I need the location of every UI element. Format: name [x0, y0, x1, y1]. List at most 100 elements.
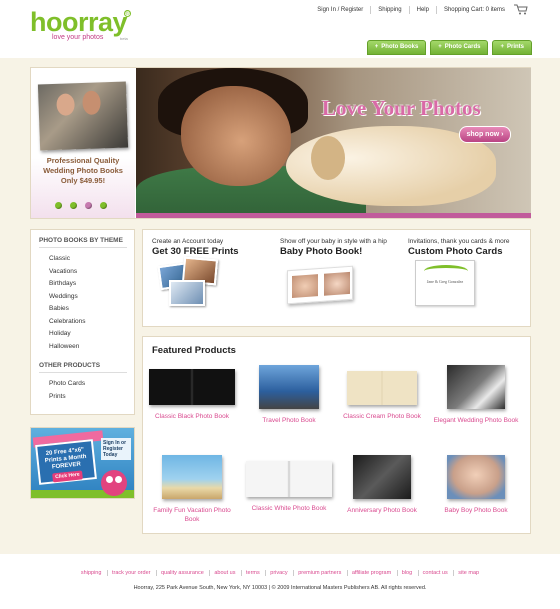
product-card[interactable]: Elegant Wedding Photo Book: [431, 365, 521, 425]
sidebar-item-classic[interactable]: Classic: [49, 253, 134, 266]
product-image: [259, 365, 319, 409]
footer-link-privacy[interactable]: privacy: [265, 570, 292, 576]
cart-icon[interactable]: [514, 4, 528, 15]
tab-prints[interactable]: + Prints: [492, 40, 532, 55]
top-nav: Sign In / Register Shipping Help Shoppin…: [310, 6, 512, 14]
shop-now-button[interactable]: shop now ›: [459, 126, 511, 143]
featured-products: Featured Products Classic Black Photo Bo…: [142, 336, 531, 534]
tab-photo-cards[interactable]: + Photo Cards: [430, 40, 489, 55]
copyright: Hoorray, 225 Park Avenue South, New York…: [133, 585, 427, 591]
slide-dot[interactable]: [70, 202, 77, 209]
hero-face: [181, 86, 291, 186]
footer-link-about[interactable]: about us: [209, 570, 240, 576]
plus-icon: +: [500, 44, 504, 50]
hero-image[interactable]: Love Your Photos shop now ›: [136, 68, 531, 218]
product-name[interactable]: Anniversary Photo Book: [337, 506, 427, 515]
sidebar-item-photo-cards[interactable]: Photo Cards: [49, 378, 134, 391]
trademark-icon: ®: [124, 10, 131, 17]
promo-title: Baby Photo Book!: [280, 246, 363, 257]
product-image: [149, 369, 235, 405]
slide-dot[interactable]: [55, 202, 62, 209]
free-prints-ad[interactable]: 20 Free 4"x6" Prints a Month FOREVER Cli…: [30, 427, 135, 499]
product-image: [447, 455, 505, 499]
photo-card: Jane & Greg Gonzalez: [415, 260, 475, 306]
print-photo: [169, 280, 205, 306]
hero-promo-text: Professional Quality Wedding Photo Books…: [33, 156, 133, 186]
logo[interactable]: hoorray ® love your photos beta: [30, 8, 131, 41]
beta-badge: beta: [120, 36, 128, 41]
sidebar-item-babies[interactable]: Babies: [49, 303, 134, 316]
product-image: [347, 371, 417, 405]
shipping-link[interactable]: Shipping: [370, 6, 408, 14]
product-name[interactable]: Travel Photo Book: [244, 416, 334, 425]
sidebar-heading-other: OTHER PRODUCTS: [39, 362, 127, 373]
sidebar: PHOTO BOOKS BY THEME Classic Vacations B…: [30, 229, 135, 415]
sidebar-item-vacations[interactable]: Vacations: [49, 266, 134, 279]
sidebar-item-celebrations[interactable]: Celebrations: [49, 316, 134, 329]
product-name[interactable]: Classic Cream Photo Book: [337, 412, 427, 421]
help-link[interactable]: Help: [408, 6, 436, 14]
ad-click-button[interactable]: Click Here: [51, 470, 84, 483]
product-card[interactable]: Baby Boy Photo Book: [431, 455, 521, 515]
footer-link-shipping[interactable]: shipping: [77, 570, 106, 576]
slide-dots: [55, 202, 107, 209]
slide-dot[interactable]: [100, 202, 107, 209]
vine-decoration: [424, 265, 468, 277]
product-card[interactable]: Travel Photo Book: [244, 365, 334, 425]
sign-in-link[interactable]: Sign In / Register: [310, 6, 370, 14]
product-name[interactable]: Classic Black Photo Book: [147, 412, 237, 421]
hero-title: Love Your Photos: [322, 96, 481, 120]
promo-photo-cards[interactable]: Invitations, thank you cards & more Cust…: [408, 238, 533, 257]
bird-mascot-icon: [101, 470, 127, 496]
product-name[interactable]: Baby Boy Photo Book: [431, 506, 521, 515]
footer-links: shipping track your order quality assura…: [0, 570, 560, 576]
product-image: [353, 455, 411, 499]
promo-line: Wedding Photo Books: [43, 166, 123, 175]
slide-dot-active[interactable]: [85, 202, 92, 209]
product-card[interactable]: Classic Cream Photo Book: [337, 371, 427, 421]
tab-label: Photo Books: [381, 44, 419, 50]
product-name[interactable]: Elegant Wedding Photo Book: [431, 416, 521, 425]
footer-link-blog[interactable]: blog: [396, 570, 417, 576]
footer-link-affiliate[interactable]: affiliate program: [346, 570, 396, 576]
footer-link-sitemap[interactable]: site map: [453, 570, 484, 576]
footer: shipping track your order quality assura…: [0, 554, 560, 609]
promo-free-prints[interactable]: Create an Account today Get 30 FREE Prin…: [152, 238, 277, 257]
tab-photo-books[interactable]: + Photo Books: [366, 40, 427, 55]
shopping-cart-link[interactable]: Shopping Cart: 0 items: [435, 6, 512, 14]
hero-promo-panel[interactable]: Professional Quality Wedding Photo Books…: [31, 68, 135, 218]
prints-image[interactable]: [155, 256, 225, 306]
footer-link-quality[interactable]: quality assurance: [156, 570, 208, 576]
product-card[interactable]: Anniversary Photo Book: [337, 455, 427, 515]
ad-signin-text[interactable]: Sign In or Register Today: [101, 438, 131, 460]
footer-link-contact[interactable]: contact us: [417, 570, 452, 576]
promo-line: Professional Quality: [46, 156, 120, 165]
product-name[interactable]: Family Fun Vacation Photo Book: [147, 506, 237, 524]
promo-title: Get 30 FREE Prints: [152, 246, 239, 257]
plus-icon: +: [438, 44, 442, 50]
sidebar-item-holiday[interactable]: Holiday: [49, 328, 134, 341]
sidebar-item-birthdays[interactable]: Birthdays: [49, 278, 134, 291]
card-names: Jane & Greg Gonzalez: [426, 279, 464, 284]
product-card[interactable]: Classic Black Photo Book: [147, 369, 237, 421]
footer-link-track-order[interactable]: track your order: [106, 570, 155, 576]
product-name[interactable]: Classic White Photo Book: [244, 504, 334, 513]
sidebar-item-prints[interactable]: Prints: [49, 391, 134, 404]
promo-row: Create an Account today Get 30 FREE Prin…: [142, 229, 531, 327]
sidebar-item-halloween[interactable]: Halloween: [49, 341, 134, 354]
baby-book-image[interactable]: [283, 258, 353, 306]
footer-link-partners[interactable]: premium partners: [293, 570, 346, 576]
promo-subtitle: Invitations, thank you cards & more: [408, 238, 510, 245]
product-image: [447, 365, 505, 409]
featured-title: Featured Products: [152, 345, 236, 356]
product-card[interactable]: Family Fun Vacation Photo Book: [147, 455, 237, 524]
photo-card-image[interactable]: Jane & Greg Gonzalez: [405, 258, 475, 306]
footer-link-terms[interactable]: terms: [240, 570, 264, 576]
sidebar-item-weddings[interactable]: Weddings: [49, 291, 134, 304]
product-card[interactable]: Classic White Photo Book: [244, 461, 334, 513]
promo-subtitle: Create an Account today: [152, 238, 224, 245]
product-image: [162, 455, 222, 499]
wedding-photo: [37, 81, 129, 151]
promo-baby-book[interactable]: Show off your baby in style with a hip B…: [280, 238, 405, 257]
hero-bottom-bar: [136, 213, 531, 218]
